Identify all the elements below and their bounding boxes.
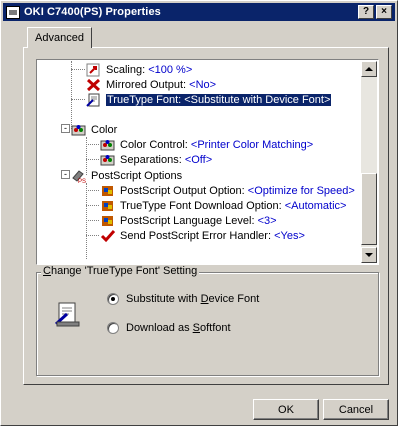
scroll-thumb[interactable] xyxy=(361,173,377,245)
separations-icon xyxy=(100,153,116,167)
radio-substitute-device-font[interactable]: Substitute with Device Font xyxy=(107,293,259,305)
scroll-down-button[interactable] xyxy=(361,247,377,263)
tree-item-mirrored-output[interactable]: Mirrored Output: <No> xyxy=(86,77,216,92)
color-palette-icon xyxy=(71,123,87,137)
close-button[interactable]: × xyxy=(376,5,392,19)
output-option-icon xyxy=(100,184,116,198)
tree-item-postscript-options[interactable]: PS PostScript Options xyxy=(71,168,183,185)
tree-item-label: Separations: <Off> xyxy=(120,153,213,166)
tree-item-separations[interactable]: Separations: <Off> xyxy=(100,152,212,167)
tree-item-truetype-download-option[interactable]: TrueType Font Download Option: <Automati… xyxy=(100,198,346,213)
printer-icon xyxy=(6,5,20,19)
tree-line xyxy=(86,144,99,145)
tree-line xyxy=(86,159,99,160)
collapse-color-icon[interactable]: - xyxy=(61,124,70,133)
radio-button-checked[interactable] xyxy=(107,293,119,305)
checkmark-icon xyxy=(100,229,116,243)
tree-line xyxy=(71,99,85,100)
svg-text:PS: PS xyxy=(78,179,86,183)
tree-item-label: Send PostScript Error Handler: <Yes> xyxy=(120,229,305,242)
mirror-x-icon xyxy=(86,78,102,92)
radio-button-unchecked[interactable] xyxy=(107,322,119,334)
arrow-down-icon xyxy=(365,252,373,257)
tree-line xyxy=(86,235,99,236)
tree-item-label: Scaling: <100 %> xyxy=(106,63,193,76)
tree-item-label: PostScript Output Option: <Optimize for … xyxy=(120,184,355,197)
tree-item-label: Color Control: <Printer Color Matching> xyxy=(120,138,314,151)
tree-item-label: PostScript Options xyxy=(91,169,183,182)
tree-line xyxy=(86,190,99,191)
title-bar[interactable]: OKI C7400(PS) Properties ? × xyxy=(3,3,395,21)
tree-item-truetype-font[interactable]: TrueType Font: <Substitute with Device F… xyxy=(86,92,332,107)
tree-line xyxy=(86,220,99,221)
tree-item-postscript-output-option[interactable]: PostScript Output Option: <Optimize for … xyxy=(100,183,355,198)
tree-item-label: TrueType Font Download Option: <Automati… xyxy=(120,199,347,212)
settings-tree[interactable]: - - Scaling: <100 %> Mirrored Output: <N… xyxy=(36,59,379,265)
tree-item-label: Color xyxy=(91,123,118,136)
tree-item-send-error-handler[interactable]: Send PostScript Error Handler: <Yes> xyxy=(100,228,305,243)
tree-item-label: TrueType Font: <Substitute with Device F… xyxy=(106,93,332,106)
tree-line xyxy=(71,69,85,70)
ok-button[interactable]: OK xyxy=(253,399,319,420)
collapse-postscript-icon[interactable]: - xyxy=(61,170,70,179)
radio-download-softfont[interactable]: Download as Softfont xyxy=(107,322,231,334)
tree-line xyxy=(86,183,87,259)
font-document-icon xyxy=(86,93,102,107)
download-option-icon xyxy=(100,199,116,213)
tree-item-label: Mirrored Output: <No> xyxy=(106,78,217,91)
tree-item-label: PostScript Language Level: <3> xyxy=(120,214,277,227)
color-control-icon xyxy=(100,138,116,152)
cancel-button[interactable]: Cancel xyxy=(323,399,389,420)
font-setting-icon xyxy=(54,300,81,331)
tree-item-scaling[interactable]: Scaling: <100 %> xyxy=(86,62,192,77)
tree-item-postscript-language-level[interactable]: PostScript Language Level: <3> xyxy=(100,213,277,228)
arrow-up-icon xyxy=(365,66,373,71)
postscript-icon: PS xyxy=(71,169,87,185)
help-button[interactable]: ? xyxy=(358,5,374,19)
tree-item-color[interactable]: Color xyxy=(71,122,117,137)
tree-line xyxy=(86,205,99,206)
language-level-icon xyxy=(100,214,116,228)
radio-label: Substitute with Device Font xyxy=(126,293,260,305)
tree-scrollbar[interactable] xyxy=(361,61,377,263)
tree-line xyxy=(71,61,72,129)
tree-item-color-control[interactable]: Color Control: <Printer Color Matching> xyxy=(100,137,313,152)
setting-groupbox-title: Change 'TrueType Font' Setting xyxy=(41,265,200,277)
radio-label: Download as Softfont xyxy=(126,322,231,334)
properties-window: OKI C7400(PS) Properties ? × Advanced - … xyxy=(0,0,398,426)
scaling-icon xyxy=(86,63,102,77)
scroll-up-button[interactable] xyxy=(361,61,377,77)
tab-advanced-label: Advanced xyxy=(35,32,84,44)
window-title: OKI C7400(PS) Properties xyxy=(24,6,161,18)
tab-advanced[interactable]: Advanced xyxy=(27,27,92,48)
